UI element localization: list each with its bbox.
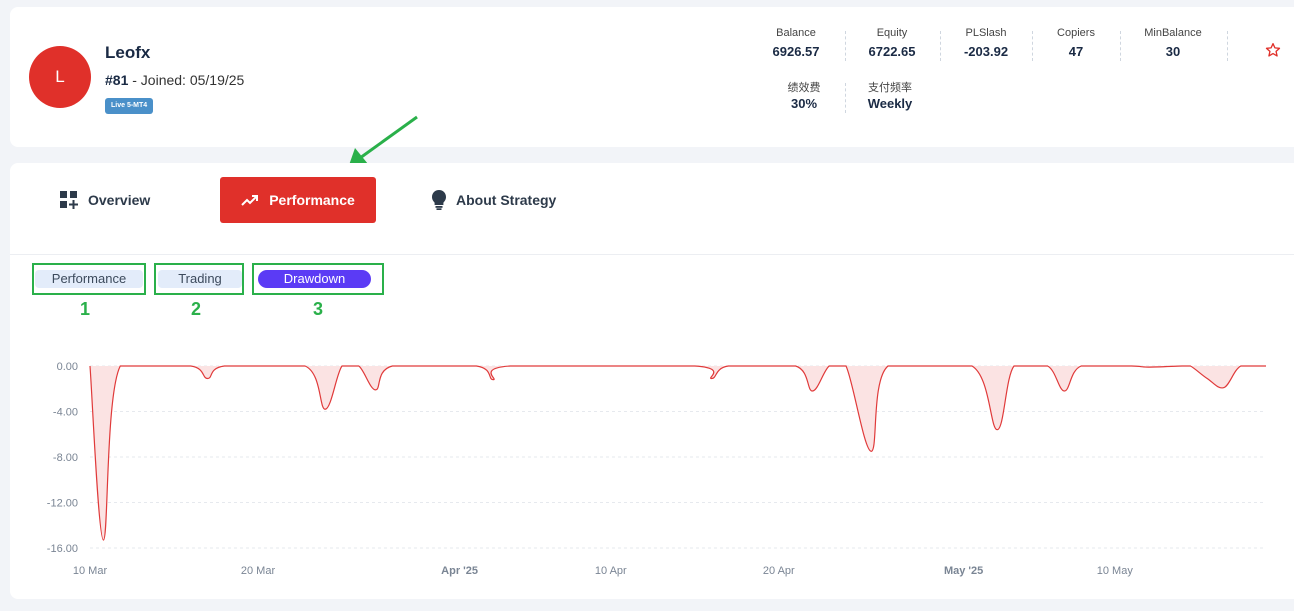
- y-axis: 0.00 -4.00 -8.00 -12.00 -16.00: [47, 361, 78, 555]
- y-tick-label: -16.00: [47, 543, 78, 555]
- x-tick-label: 10 Apr: [595, 565, 627, 577]
- x-tick-label: 10 Mar: [73, 565, 108, 577]
- chart-grid: [90, 365, 1266, 549]
- x-tick-label: 20 Apr: [763, 565, 795, 577]
- y-tick-label: -8.00: [53, 452, 78, 464]
- x-tick-label: 10 May: [1097, 565, 1134, 577]
- x-tick-label: Apr '25: [441, 565, 478, 577]
- chart-series: [89, 365, 1266, 541]
- x-axis: 10 Mar 20 Mar Apr '25 10 Apr 20 Apr May '25 10…: [73, 565, 1133, 577]
- drawdown-area: [90, 366, 1266, 541]
- y-tick-label: -12.00: [47, 498, 78, 510]
- x-tick-label: May '25: [944, 565, 983, 577]
- drawdown-line: [89, 365, 1266, 541]
- y-tick-label: 0.00: [57, 361, 78, 373]
- drawdown-chart: 0.00 -4.00 -8.00 -12.00 -16.00 10 Mar 20 Mar A…: [47, 361, 1266, 577]
- x-tick-label: 20 Mar: [241, 565, 276, 577]
- y-tick-label: -4.00: [53, 407, 78, 419]
